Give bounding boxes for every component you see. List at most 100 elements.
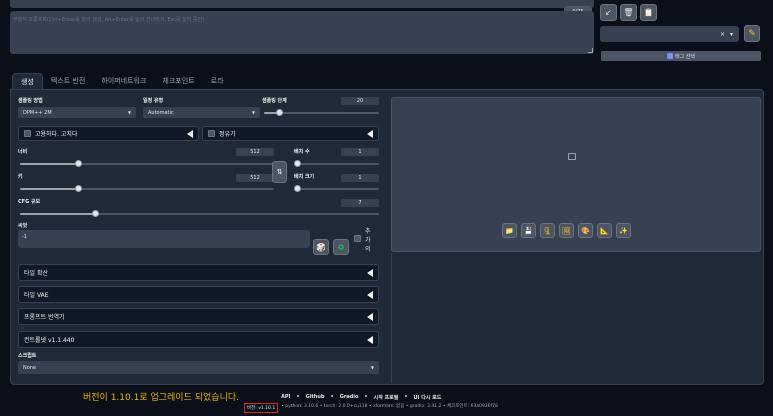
script-label: 스크립트 (18, 353, 37, 359)
sparkle-icon[interactable]: ✨ (616, 223, 631, 238)
cfg-scale-input[interactable]: 7 (341, 199, 379, 207)
sampling-steps-slider[interactable] (264, 109, 379, 116)
batch-size-thumb[interactable] (294, 185, 301, 192)
cfg-scale-label: CFG 규모 (18, 199, 41, 205)
schedule-type-select[interactable]: Automatic ▼ (143, 107, 260, 118)
extra-seed-label-1: 추 (365, 228, 371, 235)
batch-count-slider[interactable] (294, 160, 379, 167)
sampling-method-label: 샘플링 방법 (18, 98, 43, 104)
upgrade-message: 버전이 1.10.1로 업그레이드 되었습니다. (83, 393, 239, 403)
sampling-method-select[interactable]: DPM++ 2M ▼ (18, 107, 136, 118)
environment-info: • python: 3.10.6 • torch: 2.0.0+cu118 • … (281, 404, 498, 409)
save-icon[interactable]: 💾 (521, 223, 536, 238)
batch-size-input[interactable]: 1 (341, 174, 379, 182)
tab-textual-inversion[interactable]: 텍스트 반전 (43, 73, 93, 89)
footer-link-api[interactable]: API (281, 394, 290, 401)
extra-seed-label-3: 의 (365, 246, 371, 253)
swap-dimensions-button[interactable]: ⇅ (272, 161, 287, 183)
hires-fix-label: 고용하다. 고치다 (35, 131, 78, 138)
extra-seed-label: 추 가 의 (365, 227, 371, 254)
chevron-down-icon: ▾ (729, 30, 733, 38)
style-select[interactable]: × ▾ (600, 26, 739, 42)
tag-select-button[interactable]: 태그 선택 (601, 51, 761, 61)
schedule-type-label: 일정 유형 (143, 98, 164, 104)
image-placeholder-icon (568, 153, 576, 160)
collapse-arrow-icon (367, 290, 373, 299)
footer-link-github[interactable]: Github (306, 394, 325, 401)
hires-fix-accordion[interactable]: 고용하다. 고치다 (18, 126, 199, 141)
tag-icon (667, 53, 673, 59)
positive-prompt-input[interactable] (10, 0, 594, 8)
footer-link-reload-ui[interactable]: UI 다시 로드 (414, 394, 442, 401)
refiner-checkbox[interactable] (208, 130, 215, 137)
output-info-area (391, 253, 761, 383)
sampling-steps-thumb[interactable] (275, 109, 283, 116)
accordion-label: 프롬프트 번역기 (24, 314, 65, 321)
footer-link-gradio[interactable]: Gradio (340, 394, 359, 401)
batch-count-thumb[interactable] (294, 160, 301, 167)
cfg-scale-thumb[interactable] (92, 210, 100, 217)
tab-lora[interactable]: 로라 (203, 73, 232, 89)
chevron-down-icon: ▼ (370, 365, 374, 370)
recycle-icon[interactable]: ♻ (333, 239, 349, 255)
batch-size-label: 배치 크기 (294, 174, 315, 180)
width-input[interactable]: 512 (236, 148, 274, 156)
height-slider[interactable] (20, 185, 274, 192)
seed-input[interactable]: -1 (18, 230, 310, 248)
hires-fix-checkbox[interactable] (24, 130, 31, 137)
script-select[interactable]: None ▼ (18, 361, 379, 374)
output-actions: 📁 💾 🗜 🖼 🎨 📐 ✨ (502, 223, 631, 238)
batch-count-input[interactable]: 1 (341, 148, 379, 156)
tab-hypernetworks[interactable]: 하이퍼네트워크 (93, 73, 154, 89)
trash-icon[interactable]: 🗑 (620, 4, 637, 21)
zip-icon[interactable]: 🗜 (540, 223, 555, 238)
extra-seed-checkbox[interactable] (354, 235, 361, 242)
accordion-label: 타일 VAE (24, 292, 49, 299)
edit-style-button[interactable]: ✎ (744, 25, 760, 42)
collapse-arrow-icon (187, 129, 193, 138)
height-input[interactable]: 512 (236, 174, 274, 182)
accordion-controlnet[interactable]: 컨트롤넷 v1.1.440 (18, 331, 379, 348)
width-slider-fill (20, 163, 79, 165)
height-label: 키 (18, 174, 23, 180)
tab-generation[interactable]: 생성 (12, 73, 43, 89)
height-slider-thumb[interactable] (75, 185, 83, 192)
dice-icon[interactable]: 🎲 (313, 239, 329, 255)
refiner-accordion[interactable]: 정유기 (202, 126, 379, 141)
footer-link-startup-profile[interactable]: 시작 프로필 (374, 394, 399, 401)
width-slider[interactable] (20, 160, 274, 167)
tab-checkpoints[interactable]: 체크포인트 (154, 73, 202, 89)
refiner-label: 정유기 (219, 131, 236, 138)
accordion-label: 컨트롤넷 v1.1.440 (24, 337, 75, 344)
sampling-method-value: DPM++ 2M (23, 109, 52, 116)
read-params-icon[interactable]: ↙ (600, 4, 617, 21)
collapse-arrow-icon (367, 335, 373, 344)
clipboard-icon[interactable]: 📋 (640, 4, 657, 21)
swap-icon: ⇅ (276, 168, 283, 176)
footer-separator: • (364, 394, 368, 400)
settings-column: 샘플링 방법 DPM++ 2M ▼ 일정 유형 Automatic ▼ 샘플링 … (16, 93, 383, 383)
send-to-inpaint-icon[interactable]: 🎨 (578, 223, 593, 238)
script-value: None (23, 364, 37, 371)
accordion-tiled-diffusion[interactable]: 타일 확산 (18, 264, 379, 281)
clear-style-icon[interactable]: × (720, 31, 725, 38)
negative-prompt-input[interactable]: 부정적 프롬프트(Ctrl+Enter를 눌러 생성, Alt+Enter를 눌… (10, 11, 594, 54)
folder-icon[interactable]: 📁 (502, 223, 517, 238)
tag-select-label: 태그 선택 (675, 53, 695, 60)
width-slider-thumb[interactable] (75, 160, 83, 167)
resize-handle-icon[interactable] (588, 48, 593, 53)
sampling-steps-input[interactable]: 20 (341, 97, 379, 105)
tab-bar: 생성 텍스트 반전 하이퍼네트워크 체크포인트 로라 (12, 73, 232, 89)
accordion-prompt-translator[interactable]: 프롬프트 번역기 (18, 308, 379, 325)
send-to-extras-icon[interactable]: 📐 (597, 223, 612, 238)
seed-label: 씨앗 (18, 223, 28, 229)
height-slider-fill (20, 188, 79, 190)
accordion-tiled-vae[interactable]: 타일 VAE (18, 286, 379, 303)
cfg-scale-slider[interactable] (20, 210, 379, 217)
footer-separator: • (330, 394, 334, 400)
batch-size-slider[interactable] (294, 185, 379, 192)
footer-separator: • (404, 394, 408, 400)
version-info: 버전: v1.10.1 • python: 3.10.6 • torch: 2.… (244, 403, 498, 413)
send-to-img2img-icon[interactable]: 🖼 (559, 223, 574, 238)
footer-separator: • (296, 394, 300, 400)
